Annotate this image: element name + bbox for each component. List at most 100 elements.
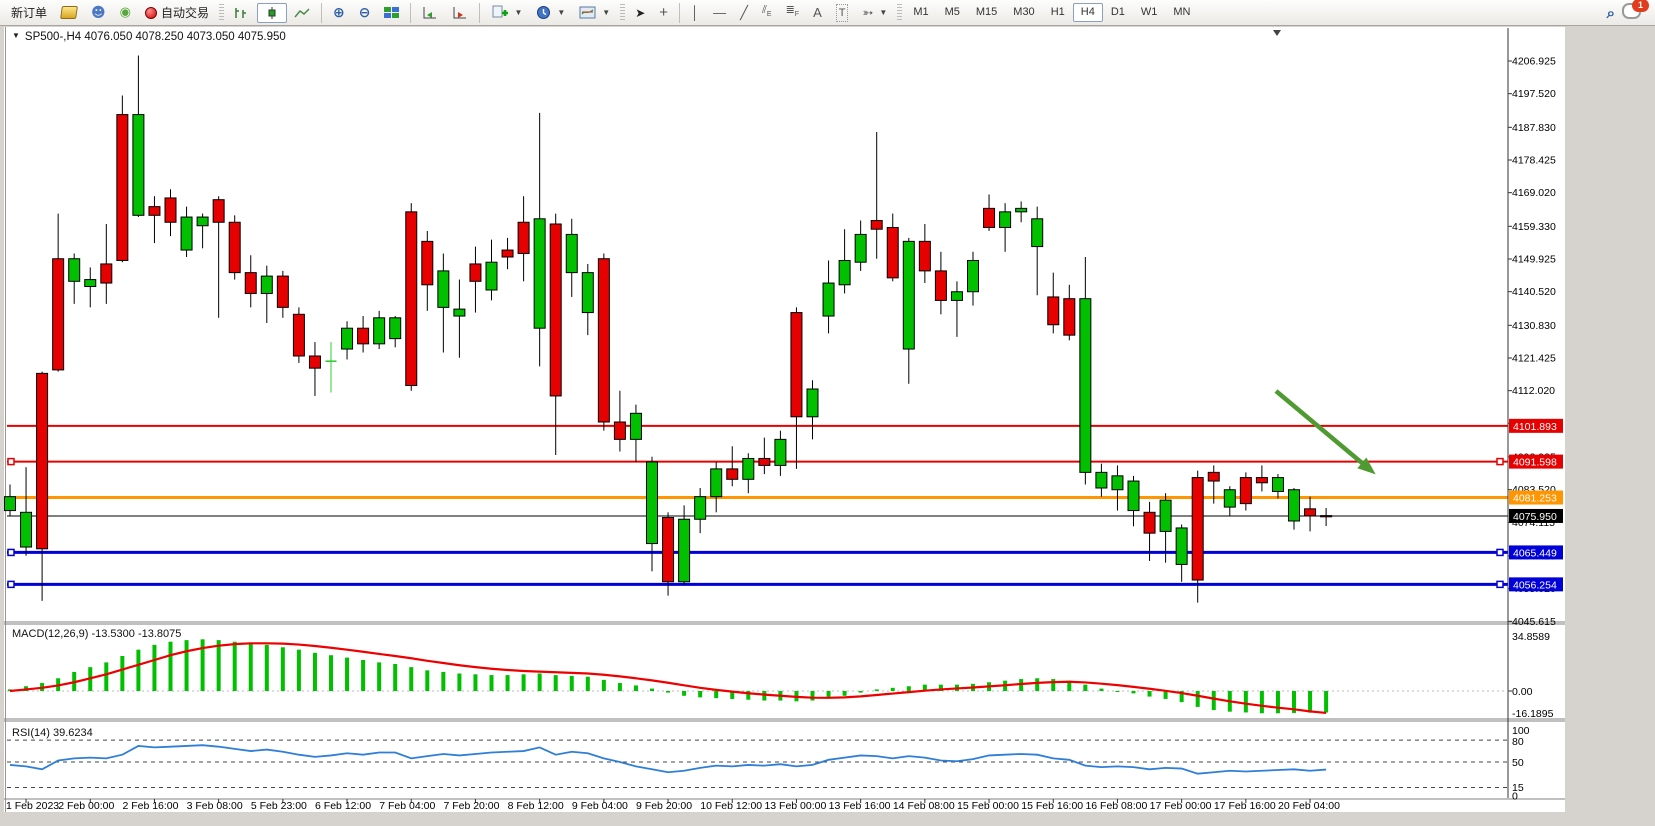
dropdown-caret-icon: ▼ xyxy=(557,8,565,17)
candle-body xyxy=(406,212,417,386)
macd-histogram-bar xyxy=(473,674,477,691)
chart-shift-button[interactable] xyxy=(445,3,475,23)
price-axis-label: 4045.615 xyxy=(1512,616,1556,628)
timeframe-m1-button[interactable]: M1 xyxy=(905,3,936,22)
price-axis-label: 4159.330 xyxy=(1512,221,1556,233)
timeframe-h1-button[interactable]: H1 xyxy=(1043,3,1073,22)
line-handle-marker[interactable] xyxy=(1497,549,1503,555)
line-handle-marker[interactable] xyxy=(1497,581,1503,587)
crosshair-tool-button[interactable]: + xyxy=(652,3,675,23)
template-icon xyxy=(579,6,596,20)
tile-windows-button[interactable] xyxy=(377,3,406,23)
candle-body xyxy=(823,283,834,316)
macd-histogram-bar xyxy=(1115,691,1119,692)
notifications-button[interactable]: 1 xyxy=(1622,3,1641,22)
macd-histogram-bar xyxy=(843,691,847,696)
chart-canvas[interactable]: 4206.9254197.5204187.8304178.4254169.020… xyxy=(0,0,1655,826)
time-axis-label: 15 Feb 00:00 xyxy=(957,800,1019,812)
macd-histogram-bar xyxy=(1035,678,1039,691)
candle-body xyxy=(968,260,979,291)
new-order-button[interactable]: 新订单 xyxy=(4,3,54,23)
macd-histogram-bar xyxy=(104,662,108,691)
candle-body xyxy=(630,413,641,439)
rsi-indicator-label: RSI(14) 39.6234 xyxy=(12,727,93,739)
periods-button[interactable]: ▼ xyxy=(529,3,572,23)
templates-button[interactable]: ▼ xyxy=(572,3,617,23)
cursor-tool-button[interactable]: ➤ xyxy=(628,3,652,23)
price-line-label: 4075.950 xyxy=(1513,511,1557,523)
candle-body xyxy=(213,200,224,223)
search-button[interactable]: ⌕ xyxy=(1600,3,1622,23)
time-axis-label: 13 Feb 00:00 xyxy=(764,800,826,812)
time-axis-label: 9 Feb 04:00 xyxy=(572,800,628,812)
macd-histogram-bar xyxy=(1324,691,1328,713)
vline-tool-button[interactable]: │ xyxy=(684,3,706,23)
macd-histogram-bar xyxy=(554,675,558,691)
timeframe-toolbar: M1M5M15M30H1H4D1W1MN xyxy=(905,3,1198,22)
candle-body xyxy=(422,241,433,284)
channel-tool-button[interactable]: ⫽E xyxy=(755,3,779,23)
arrows-tool-button[interactable]: ➳▼ xyxy=(855,3,894,23)
candle-body xyxy=(518,222,529,253)
collapse-triangle-icon[interactable]: ▼ xyxy=(12,31,20,40)
fibonacci-icon: ≣F xyxy=(786,2,800,23)
price-axis-label: 4197.520 xyxy=(1512,88,1556,100)
zoom-out-button[interactable]: ⊖ xyxy=(352,3,378,23)
candlestick-icon xyxy=(264,6,280,20)
toolbar-separator xyxy=(410,3,411,23)
candle-body xyxy=(727,469,738,479)
line-handle-marker[interactable] xyxy=(8,549,14,555)
auto-trading-button[interactable]: 自动交易 xyxy=(138,3,216,23)
line-handle-marker[interactable] xyxy=(8,581,14,587)
timeframe-h4-button[interactable]: H4 xyxy=(1073,3,1103,22)
macd-histogram-bar xyxy=(1132,691,1136,693)
fibonacci-tool-button[interactable]: ≣F xyxy=(779,3,807,23)
auto-scroll-button[interactable] xyxy=(415,3,445,23)
candle-body xyxy=(1096,472,1107,488)
macd-histogram-bar xyxy=(522,674,526,691)
candle-body xyxy=(1000,212,1011,228)
zoom-in-button[interactable]: ⊕ xyxy=(326,3,352,23)
text-label-tool-button[interactable]: T xyxy=(829,3,856,23)
timeframe-mn-button[interactable]: MN xyxy=(1165,3,1198,22)
signal-button[interactable]: ◉ xyxy=(113,3,138,23)
indicators-button[interactable]: ▼ xyxy=(484,3,529,23)
rsi-axis-label: 80 xyxy=(1512,736,1524,748)
line-chart-mode-button[interactable] xyxy=(287,3,317,23)
candle-body xyxy=(117,115,128,261)
time-axis-label: 20 Feb 04:00 xyxy=(1278,800,1340,812)
trendline-tool-button[interactable]: ╱ xyxy=(733,3,755,23)
candle-body xyxy=(598,259,609,422)
price-line-label: 4091.598 xyxy=(1513,457,1557,469)
price-axis-label: 4178.425 xyxy=(1512,154,1556,166)
macd-histogram-bar xyxy=(313,653,317,691)
candle-chart-mode-button[interactable] xyxy=(257,3,287,23)
timeframe-w1-button[interactable]: W1 xyxy=(1133,3,1166,22)
line-handle-marker[interactable] xyxy=(1497,459,1503,465)
timeframe-m30-button[interactable]: M30 xyxy=(1005,3,1042,22)
macd-histogram-bar xyxy=(217,640,221,691)
text-tool-button[interactable]: A xyxy=(806,3,829,23)
timeframe-d1-button[interactable]: D1 xyxy=(1103,3,1133,22)
line-chart-icon xyxy=(294,6,310,20)
macd-histogram-bar xyxy=(490,675,494,691)
candle-body xyxy=(566,234,577,272)
macd-histogram-bar xyxy=(538,674,542,691)
candle-body xyxy=(1112,476,1123,490)
timeframe-m5-button[interactable]: M5 xyxy=(937,3,968,22)
candle-body xyxy=(21,512,32,547)
line-handle-marker[interactable] xyxy=(8,459,14,465)
timeframe-m15-button[interactable]: M15 xyxy=(968,3,1005,22)
market-watch-button[interactable]: ☻ xyxy=(84,3,113,23)
bar-chart-mode-button[interactable] xyxy=(227,3,257,23)
chart-window-button[interactable] xyxy=(54,3,84,23)
macd-histogram-bar xyxy=(634,685,638,691)
rsi-axis-label: 50 xyxy=(1512,757,1524,769)
time-axis-label: 5 Feb 23:00 xyxy=(251,800,307,812)
candle-body xyxy=(486,262,497,290)
text-icon: A xyxy=(813,5,822,21)
hline-tool-button[interactable]: — xyxy=(706,3,733,23)
profile-icon: ☻ xyxy=(91,5,106,21)
candle-body xyxy=(133,115,144,216)
horizontal-line-icon: — xyxy=(713,5,726,21)
